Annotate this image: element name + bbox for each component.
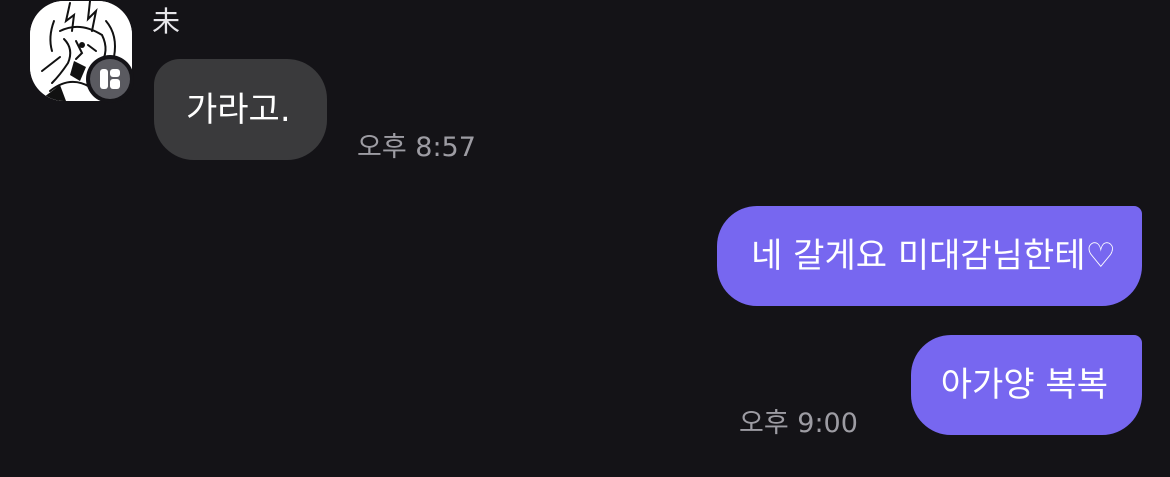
app-badge-icon [100, 69, 120, 89]
outgoing-message-bubble[interactable]: 아가양 복복 [910, 335, 1142, 435]
app-badge [86, 55, 134, 103]
incoming-message-time: 오후 8:57 [357, 132, 476, 163]
outgoing-message-time: 오후 9:00 [739, 408, 858, 439]
outgoing-message-text: 네 갈게요 미대감님한테♡ [751, 236, 1116, 276]
incoming-message-text: 가라고. [186, 89, 291, 130]
incoming-message-bubble[interactable]: 가라고. [154, 59, 327, 160]
sender-name: 未 [152, 5, 181, 38]
outgoing-message-bubble[interactable]: 네 갈게요 미대감님한테♡ [717, 206, 1142, 306]
outgoing-message-text: 아가양 복복 [940, 365, 1108, 405]
